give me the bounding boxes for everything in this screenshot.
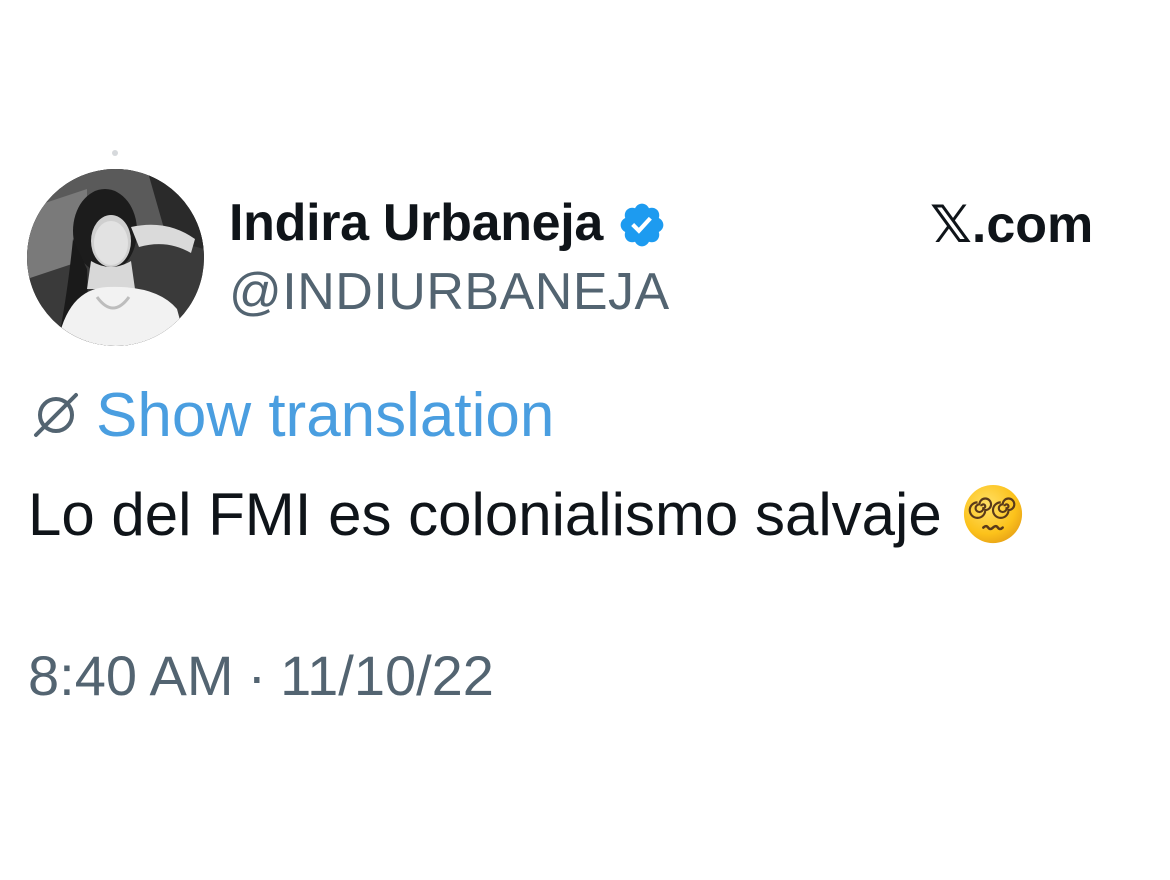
show-translation-label[interactable]: Show translation bbox=[96, 380, 554, 451]
show-translation-link[interactable]: Show translation bbox=[28, 380, 554, 451]
tweet-date[interactable]: 11/10/22 bbox=[280, 643, 494, 708]
author-name-row[interactable]: Indira Urbaneja bbox=[229, 188, 667, 258]
decorative-dot bbox=[112, 150, 118, 156]
avatar[interactable] bbox=[27, 169, 204, 346]
tweet-time[interactable]: 8:40 AM bbox=[28, 643, 233, 708]
meta-separator: · bbox=[247, 643, 267, 707]
globe-icon bbox=[34, 393, 78, 437]
avatar-photo bbox=[27, 169, 204, 346]
face-with-spiral-eyes-icon bbox=[963, 484, 1022, 544]
tweet-text-row: Lo del FMI es colonialismo salvaje bbox=[28, 474, 1024, 554]
tweet-timestamp[interactable]: 8:40 AM · 11/10/22 bbox=[28, 640, 494, 710]
tweet-text: Lo del FMI es colonialismo salvaje bbox=[28, 480, 942, 548]
author-name[interactable]: Indira Urbaneja bbox=[229, 193, 603, 253]
x-brand-logo: 𝕏.com bbox=[930, 196, 1094, 254]
author-handle[interactable]: @INDIURBANEJA bbox=[229, 262, 670, 322]
verified-badge-icon bbox=[620, 203, 664, 247]
